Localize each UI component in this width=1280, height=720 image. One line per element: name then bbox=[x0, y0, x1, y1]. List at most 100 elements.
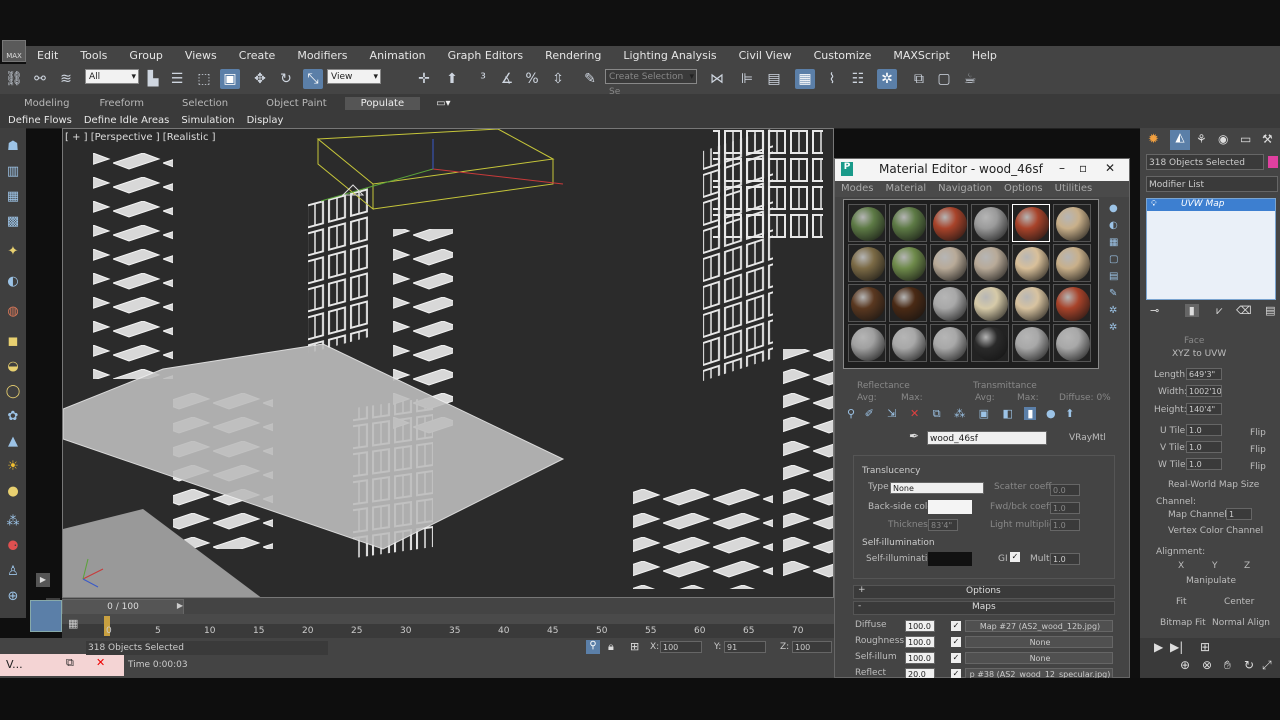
length-field[interactable]: 649'3" bbox=[1186, 368, 1222, 380]
z-coordinate-field[interactable]: 100 bbox=[792, 641, 832, 653]
pivot-center-icon[interactable]: ✛ bbox=[414, 69, 434, 89]
box-icon[interactable]: ▩ bbox=[4, 213, 22, 231]
fwd-bck-coeff-field[interactable]: 1.0 bbox=[1050, 502, 1080, 514]
material-slot[interactable] bbox=[930, 324, 968, 362]
material-slot[interactable] bbox=[889, 324, 927, 362]
material-slot[interactable] bbox=[848, 244, 886, 282]
align-y-radio[interactable]: Y bbox=[1212, 561, 1218, 571]
material-slot[interactable] bbox=[930, 284, 968, 322]
map-slot-button[interactable]: None bbox=[965, 636, 1113, 648]
isolate-selection-icon[interactable]: ⚲ bbox=[586, 640, 600, 654]
hierarchy-tab-icon[interactable]: ⚘ bbox=[1196, 132, 1207, 146]
pin-stack-icon[interactable]: ⊸ bbox=[1150, 304, 1159, 317]
material-slot[interactable] bbox=[889, 244, 927, 282]
material-slot[interactable] bbox=[971, 204, 1009, 242]
spinner-snap-icon[interactable]: ⇳ bbox=[548, 69, 568, 89]
utilities-tab-icon[interactable]: ⚒ bbox=[1262, 132, 1273, 146]
create-tab-icon[interactable]: ✹ bbox=[1148, 132, 1159, 147]
uv-tiling-icon[interactable]: ▢ bbox=[1109, 254, 1123, 265]
real-world-map-size-checkbox[interactable]: Real-World Map Size bbox=[1168, 480, 1259, 490]
maps-rollout-header[interactable]: - Maps bbox=[853, 601, 1115, 615]
maxscript-listener[interactable]: V... ⧉ ✕ bbox=[0, 654, 124, 676]
material-slot[interactable] bbox=[1053, 244, 1091, 282]
map-amount-field[interactable]: 100.0 bbox=[905, 652, 935, 664]
sample-type-icon[interactable]: ● bbox=[1109, 203, 1123, 214]
helper-icon[interactable]: ◍ bbox=[4, 303, 22, 321]
copy-material-icon[interactable]: ⧉ bbox=[933, 407, 941, 420]
play-icon[interactable]: ▶ bbox=[1154, 640, 1163, 654]
get-material-icon[interactable]: ⚲ bbox=[847, 407, 855, 420]
menu-material[interactable]: Material bbox=[879, 181, 932, 197]
light-multiplier-field[interactable]: 1.0 bbox=[1050, 519, 1080, 531]
layer-manager-icon[interactable]: ▤ bbox=[764, 69, 784, 89]
scale-icon[interactable]: ⤡ bbox=[303, 69, 323, 89]
torus-icon[interactable]: ◯ bbox=[4, 383, 22, 401]
back-side-color-swatch[interactable] bbox=[928, 500, 972, 514]
mult-field[interactable]: 1.0 bbox=[1050, 553, 1080, 565]
modify-tab-icon[interactable]: ◭ bbox=[1170, 130, 1190, 150]
minimize-icon[interactable]: – bbox=[1059, 161, 1065, 175]
configure-sets-icon[interactable]: ▤ bbox=[1265, 304, 1275, 317]
material-slot[interactable] bbox=[848, 324, 886, 362]
fit-button[interactable]: Fit bbox=[1176, 597, 1187, 607]
slider-next-icon[interactable]: ▶ bbox=[174, 599, 186, 613]
backlight-icon[interactable]: ◐ bbox=[1109, 220, 1123, 231]
vertex-color-channel-radio[interactable]: Vertex Color Channel bbox=[1168, 526, 1263, 536]
material-slot[interactable] bbox=[930, 204, 968, 242]
rendered-frame-window-icon[interactable]: ▢ bbox=[934, 69, 954, 89]
show-end-result-icon[interactable]: ▮ bbox=[1184, 304, 1199, 317]
gi-checkbox[interactable]: GI bbox=[998, 554, 1008, 564]
material-slot[interactable] bbox=[1012, 244, 1050, 282]
ribbon-options-icon[interactable]: ▭▾ bbox=[424, 98, 462, 109]
material-slot[interactable] bbox=[889, 284, 927, 322]
select-by-material-icon[interactable]: ✲ bbox=[1109, 322, 1123, 333]
make-preview-icon[interactable]: ✎ bbox=[1109, 288, 1123, 299]
disc-icon[interactable]: ● bbox=[4, 483, 22, 501]
percent-snap-icon[interactable]: % bbox=[522, 69, 542, 89]
menu-lighting-analysis[interactable]: Lighting Analysis bbox=[612, 49, 727, 62]
mirror-icon[interactable]: ⋈ bbox=[707, 69, 727, 89]
map-slot-button[interactable]: None bbox=[965, 652, 1113, 664]
material-id-icon[interactable]: ◧ bbox=[1002, 407, 1012, 420]
map-enable-checkbox[interactable]: ✓ bbox=[951, 637, 961, 647]
menu-civil-view[interactable]: Civil View bbox=[728, 49, 803, 62]
align-icon[interactable]: ⊫ bbox=[737, 69, 757, 89]
select-manipulate-icon[interactable]: ⬆ bbox=[442, 69, 462, 89]
select-by-name-icon[interactable]: ☰ bbox=[167, 69, 187, 89]
remove-modifier-icon[interactable]: ⌫ bbox=[1236, 304, 1252, 317]
material-slot[interactable] bbox=[1012, 284, 1050, 322]
snaps-toggle-icon[interactable]: ³ bbox=[473, 69, 493, 89]
material-slot[interactable] bbox=[848, 284, 886, 322]
material-slot[interactable] bbox=[848, 204, 886, 242]
menu-customize[interactable]: Customize bbox=[803, 49, 883, 62]
schematic-view-icon[interactable]: ☷ bbox=[848, 69, 868, 89]
time-slider[interactable]: ◀ 0 / 100 ▶ bbox=[46, 598, 834, 615]
cylinder-icon[interactable]: ◒ bbox=[4, 358, 22, 376]
unlink-icon[interactable]: ⚯ bbox=[30, 69, 50, 89]
assign-to-selection-icon[interactable]: ⇲ bbox=[887, 407, 896, 420]
move-icon[interactable]: ✥ bbox=[250, 69, 270, 89]
translucency-type-dropdown[interactable]: None bbox=[890, 482, 984, 494]
tab-modeling[interactable]: Modeling bbox=[12, 98, 82, 109]
material-slot[interactable] bbox=[1012, 324, 1050, 362]
light-icon[interactable]: ✦ bbox=[4, 243, 22, 261]
globe-icon[interactable]: ⊕ bbox=[4, 588, 22, 606]
reference-coordinate-dropdown[interactable]: View bbox=[327, 69, 381, 85]
manipulate-button[interactable]: Manipulate bbox=[1186, 576, 1236, 586]
menu-navigation[interactable]: Navigation bbox=[932, 181, 998, 197]
timeline-track[interactable]: 0 5 10 15 20 25 30 35 40 45 50 55 60 65 70 bbox=[62, 614, 834, 638]
w-flip-checkbox[interactable]: Flip bbox=[1250, 462, 1266, 472]
maxscript-close-icon[interactable]: ✕ bbox=[96, 656, 105, 669]
dynamics-icon[interactable]: ⚈ bbox=[4, 538, 22, 556]
pick-material-icon[interactable]: ✒ bbox=[909, 429, 919, 443]
material-slot[interactable] bbox=[930, 244, 968, 282]
sphere-icon[interactable]: ◼ bbox=[4, 333, 22, 351]
normal-align-button[interactable]: Normal Align bbox=[1212, 618, 1270, 628]
xyz-to-uvw-option[interactable]: XYZ to UVW bbox=[1172, 349, 1226, 359]
absolute-mode-icon[interactable]: ⊞ bbox=[630, 640, 639, 653]
background-icon[interactable]: ▦ bbox=[1109, 237, 1123, 248]
viewport-label[interactable]: [ + ] [Perspective ] [Realistic ] bbox=[65, 132, 216, 143]
self-illumination-color-swatch[interactable] bbox=[928, 552, 972, 566]
menu-animation[interactable]: Animation bbox=[359, 49, 437, 62]
orbit-icon[interactable]: ↻ bbox=[1244, 658, 1254, 672]
